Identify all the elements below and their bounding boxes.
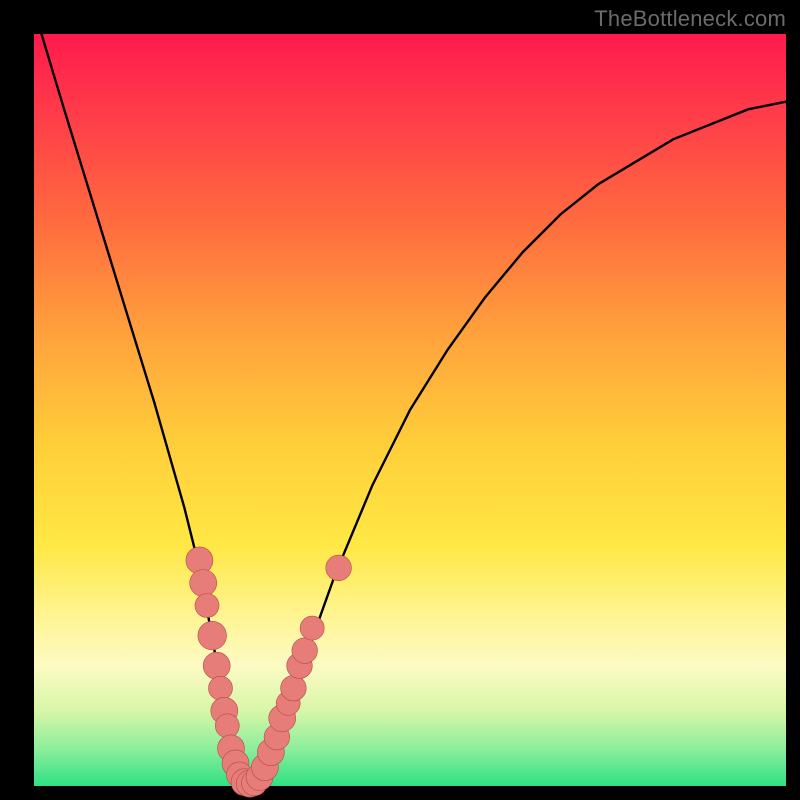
watermark-text: TheBottleneck.com xyxy=(594,6,786,32)
curve-marker xyxy=(215,714,239,738)
curve-marker xyxy=(190,570,217,597)
curve-marker xyxy=(209,676,233,700)
curve-marker xyxy=(300,616,324,640)
curve-marker xyxy=(203,652,230,679)
plot-area xyxy=(34,34,786,786)
curve-marker xyxy=(198,621,227,650)
curve-marker xyxy=(195,594,219,618)
curve-marker xyxy=(281,675,307,701)
curve-svg xyxy=(34,34,786,786)
curve-marker xyxy=(326,555,352,581)
chart-frame: TheBottleneck.com xyxy=(0,0,800,800)
bottleneck-curve xyxy=(42,34,787,786)
curve-markers xyxy=(186,547,352,797)
curve-marker xyxy=(292,638,318,664)
